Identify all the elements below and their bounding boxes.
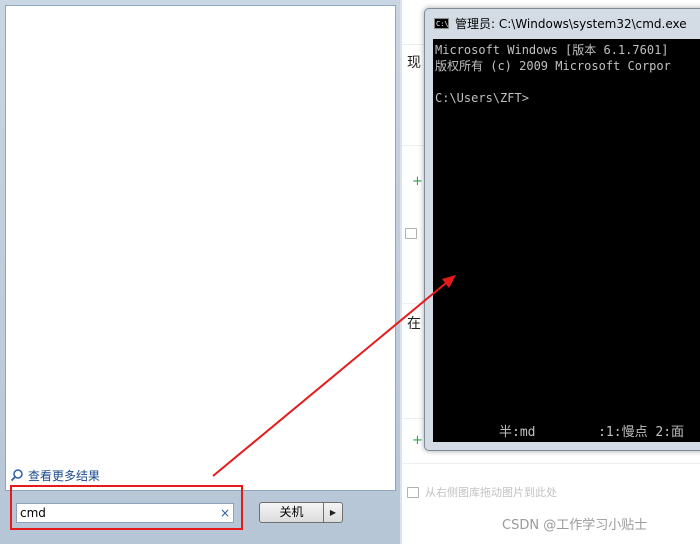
annotation-arrow	[212, 275, 456, 477]
